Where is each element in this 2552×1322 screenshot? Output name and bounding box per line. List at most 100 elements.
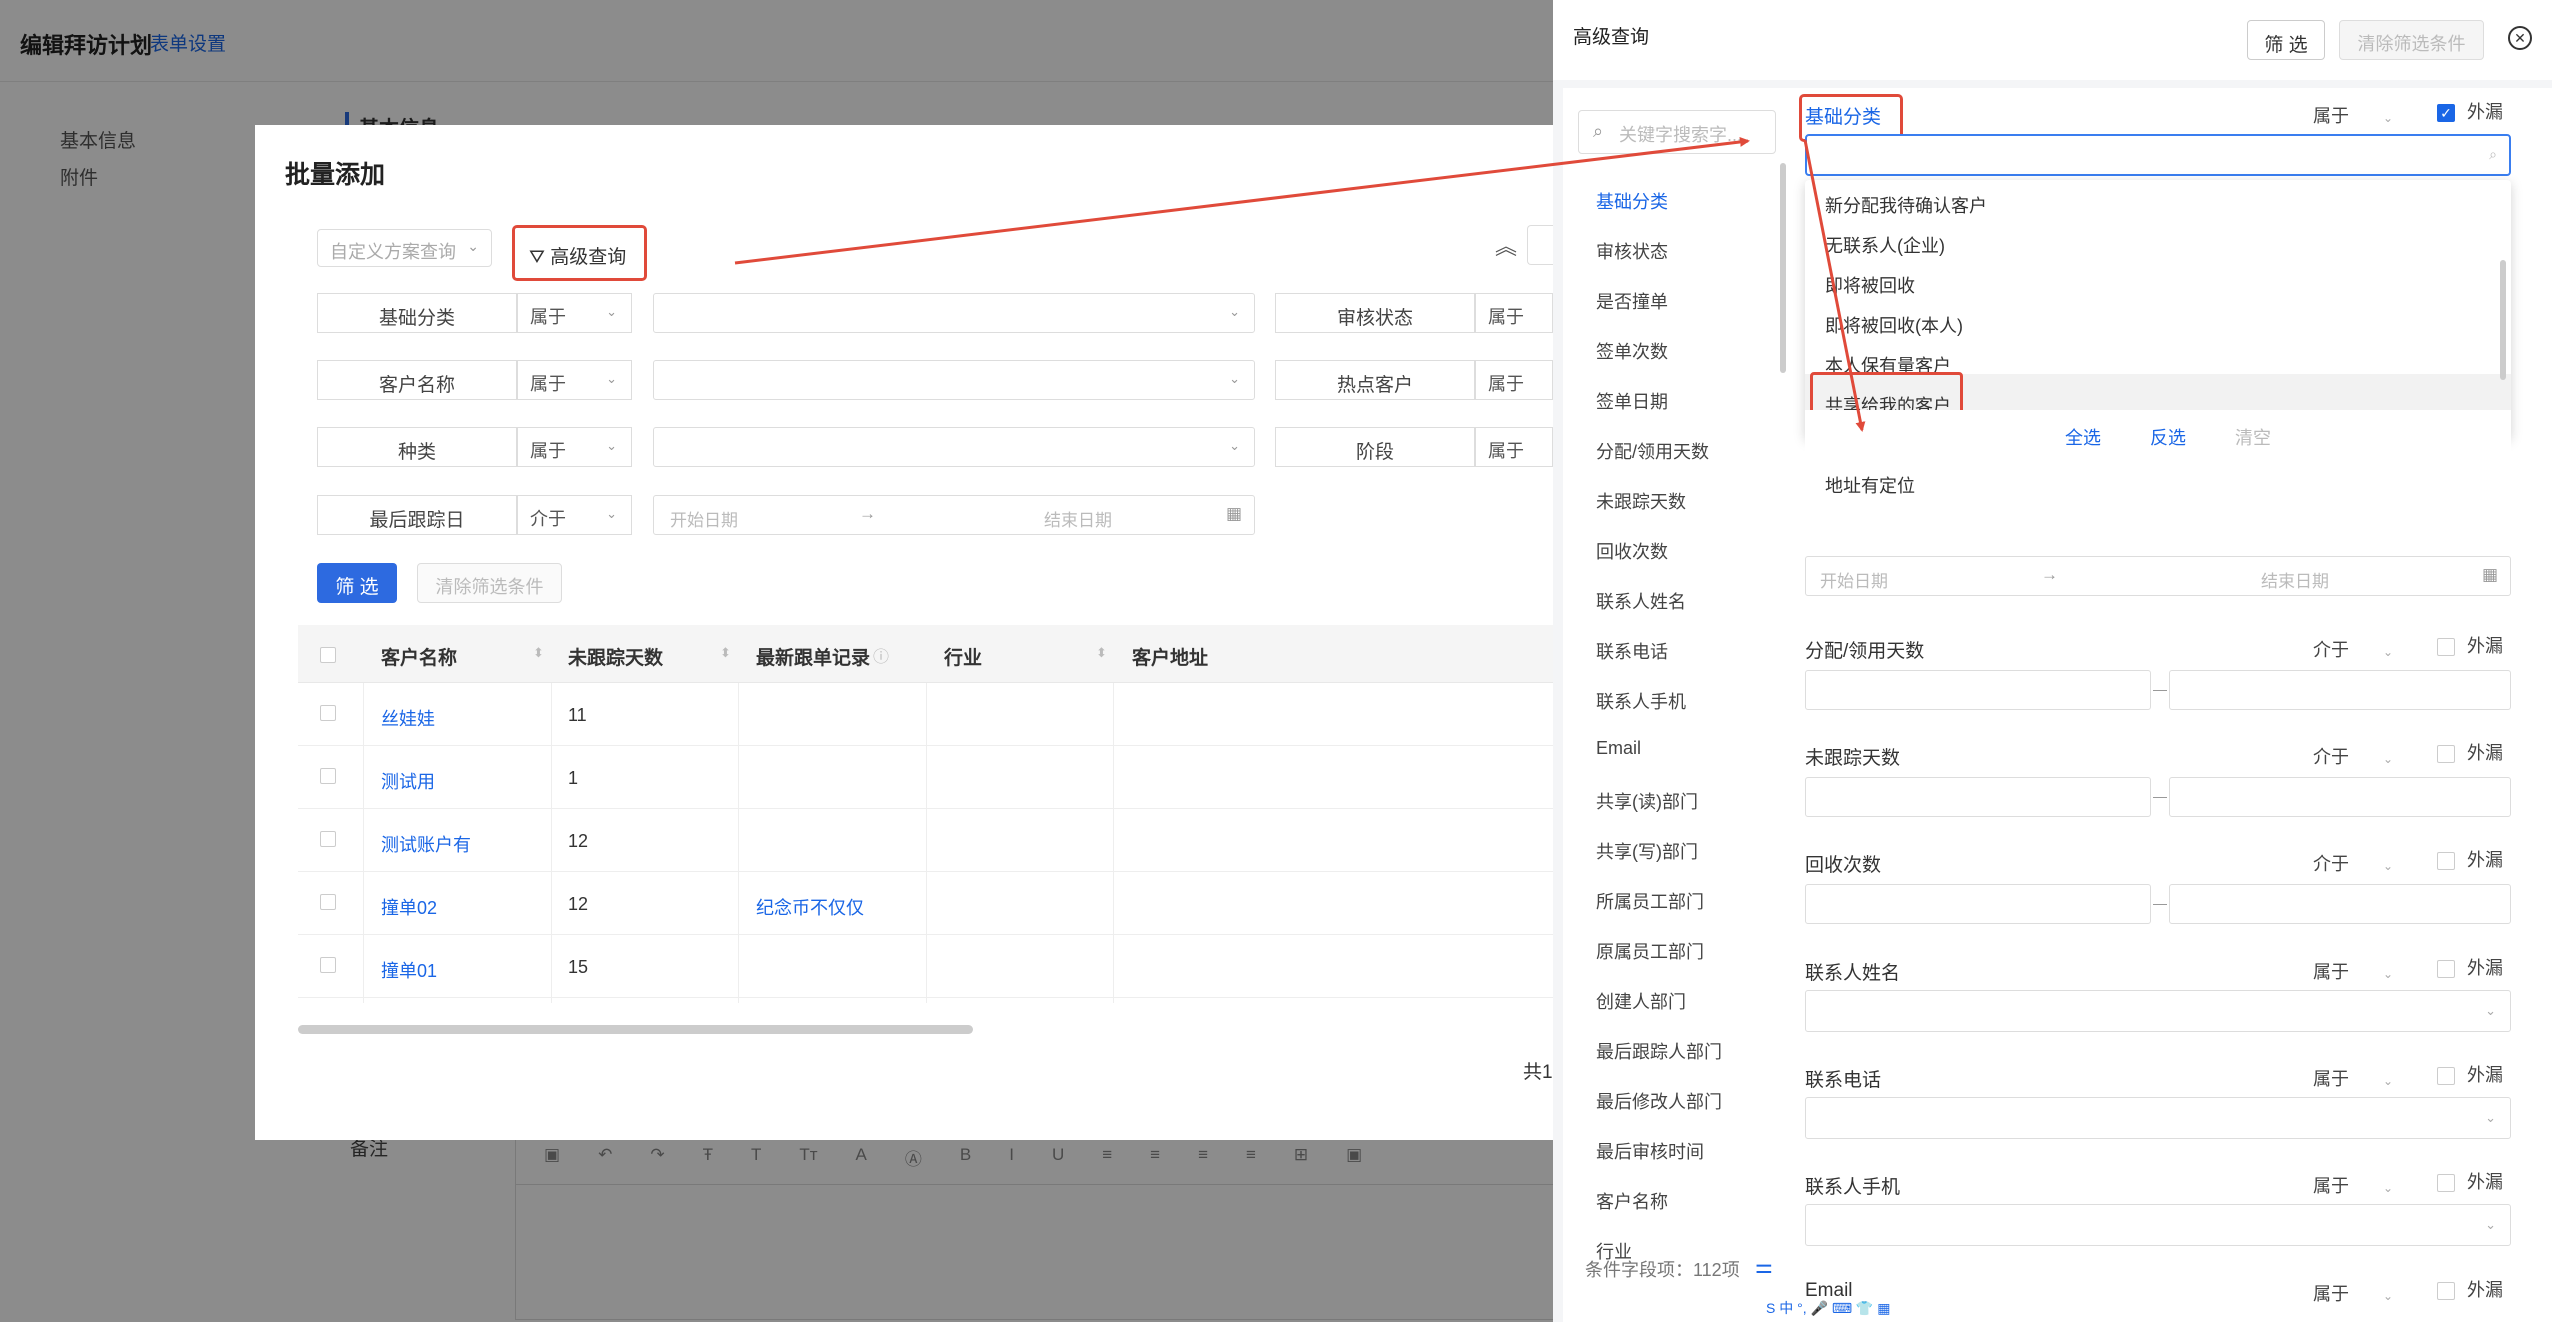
row-checkbox[interactable] (320, 705, 336, 721)
filter-op-customer-name[interactable]: 属于 ⌄ (517, 360, 632, 400)
field-item[interactable]: 最后修改人部门 (1596, 1088, 1722, 1114)
condition-value-select[interactable]: ⌄ (1805, 1204, 2511, 1246)
filter-op-category[interactable]: 属于 ⌄ (517, 293, 632, 333)
range-max-input[interactable] (2169, 884, 2511, 924)
range-max-input[interactable] (2169, 670, 2511, 710)
row-checkbox[interactable] (320, 768, 336, 784)
row-checkbox[interactable] (320, 831, 336, 847)
row-checkbox[interactable] (320, 894, 336, 910)
field-item[interactable]: 共享(写)部门 (1596, 838, 1698, 864)
outer-checkbox[interactable] (2437, 852, 2455, 870)
range-min-input[interactable] (1805, 670, 2151, 710)
field-search-input[interactable]: ⌕ 关键字搜索字... (1578, 110, 1776, 154)
field-item[interactable]: 创建人部门 (1596, 988, 1686, 1014)
field-item[interactable]: Email (1596, 738, 1641, 759)
outer-checkbox[interactable] (2437, 1282, 2455, 1300)
field-item[interactable]: 联系人姓名 (1596, 588, 1686, 614)
condition-op-select[interactable]: 属于 ⌄ (2313, 958, 2393, 984)
column-header[interactable]: 客户名称 (381, 643, 457, 670)
customer-name-link[interactable]: 丝娃娃 (381, 705, 435, 731)
filter-value-kind[interactable]: ⌄ (653, 427, 1255, 467)
filter-op-kind[interactable]: 属于 ⌄ (517, 427, 632, 467)
sort-icon[interactable]: ⬍ (533, 645, 544, 661)
condition-op-select[interactable]: 属于 ⌄ (2313, 1065, 2393, 1091)
customer-name-link[interactable]: 测试用 (381, 768, 435, 794)
clear-selection-button[interactable]: 清空 (2235, 424, 2271, 450)
field-item[interactable]: 最后审核时间 (1596, 1138, 1704, 1164)
field-item[interactable]: 最后跟踪人部门 (1596, 1038, 1722, 1064)
category-outer-checkbox[interactable]: ✓ (2437, 104, 2455, 122)
date-range-last-track[interactable]: 开始日期 → 结束日期 ▦ (653, 495, 1255, 535)
latest-record-link[interactable]: 纪念币不仅仅 (756, 894, 864, 920)
dropdown-option[interactable]: 地址有定位 (1825, 472, 1915, 498)
table-row[interactable]: 测试账户有 12 (298, 809, 1553, 872)
table-row[interactable]: 撞单02 12 纪念币不仅仅 (298, 872, 1553, 935)
range-min-input[interactable] (1805, 777, 2151, 817)
help-circle-icon[interactable]: ⓘ (873, 643, 889, 667)
advanced-query-button[interactable]: ⛛ 高级查询 (512, 225, 647, 281)
filter-op-audit-status[interactable]: 属于 (1475, 293, 1553, 333)
row-checkbox[interactable] (320, 957, 336, 973)
horizontal-scrollbar[interactable] (298, 1025, 973, 1034)
category-search-input[interactable]: ⌕ (1805, 134, 2511, 176)
date-range-input[interactable]: 开始日期 → 结束日期 ▦ (1805, 556, 2511, 596)
double-chevron-up-icon[interactable]: ︽ (1495, 229, 1517, 261)
sort-icon[interactable]: ⬍ (1096, 645, 1107, 661)
filter-op-last-track-date[interactable]: 介于 ⌄ (517, 495, 632, 535)
invert-selection-button[interactable]: 反选 (2150, 424, 2186, 450)
condition-op-select[interactable]: 属于 ⌄ (2313, 1172, 2393, 1198)
condition-value-select[interactable]: ⌄ (1805, 990, 2511, 1032)
field-item[interactable]: 原属员工部门 (1596, 938, 1704, 964)
condition-op-select[interactable]: 属于 ⌄ (2313, 1280, 2393, 1306)
filter-button[interactable]: 筛 选 (317, 563, 397, 603)
field-item[interactable]: 分配/领用天数 (1596, 438, 1709, 464)
field-item[interactable]: 所属员工部门 (1596, 888, 1704, 914)
field-item[interactable]: 客户名称 (1596, 1188, 1668, 1214)
range-max-input[interactable] (2169, 777, 2511, 817)
collapsed-control[interactable] (1527, 225, 1553, 265)
field-list-scrollbar[interactable] (1780, 163, 1786, 373)
condition-value-select[interactable]: ⌄ (1805, 1097, 2511, 1139)
filter-op-hot-customer[interactable]: 属于 (1475, 360, 1553, 400)
outer-checkbox[interactable] (2437, 960, 2455, 978)
select-all-checkbox[interactable] (320, 647, 336, 663)
scheme-select[interactable]: 自定义方案查询 ⌄ (317, 229, 492, 267)
customer-name-link[interactable]: 撞单01 (381, 957, 437, 983)
filter-op-stage[interactable]: 属于 (1475, 427, 1553, 467)
customer-name-link[interactable]: 测试账户有 (381, 831, 471, 857)
column-header[interactable]: 客户地址 (1132, 643, 1208, 670)
table-row[interactable]: 撞单01 15 (298, 935, 1553, 998)
dropdown-option[interactable]: 无联系人(企业) (1825, 232, 1945, 258)
sliders-icon[interactable]: ⚌ (1755, 1254, 1773, 1279)
outer-checkbox[interactable] (2437, 1174, 2455, 1192)
dropdown-option[interactable]: 即将被回收(本人) (1825, 312, 1963, 338)
table-row[interactable]: 丝娃娃 11 (298, 683, 1553, 746)
field-item[interactable]: 共享(读)部门 (1596, 788, 1698, 814)
outer-checkbox[interactable] (2437, 1067, 2455, 1085)
close-icon[interactable]: ✕ (2508, 26, 2532, 50)
dropdown-option[interactable]: 即将被回收 (1825, 272, 1915, 298)
field-item[interactable]: 联系人手机 (1596, 688, 1686, 714)
column-header[interactable]: 行业 (944, 643, 982, 670)
condition-op-select[interactable]: 介于 ⌄ (2313, 850, 2393, 876)
filter-value-category[interactable]: ⌄ (653, 293, 1255, 333)
field-item[interactable]: 签单日期 (1596, 388, 1668, 414)
panel-clear-filter-button[interactable]: 清除筛选条件 (2339, 20, 2484, 60)
sort-icon[interactable]: ⬍ (720, 645, 731, 661)
customer-name-link[interactable]: 撞单02 (381, 894, 437, 920)
clear-filter-button[interactable]: 清除筛选条件 (417, 563, 562, 603)
outer-checkbox[interactable] (2437, 638, 2455, 656)
field-item[interactable]: 签单次数 (1596, 338, 1668, 364)
column-header[interactable]: 最新跟单记录 (756, 643, 870, 670)
range-min-input[interactable] (1805, 884, 2151, 924)
table-row[interactable]: 测试用 1 (298, 746, 1553, 809)
field-item[interactable]: 未跟踪天数 (1596, 488, 1686, 514)
panel-filter-button[interactable]: 筛 选 (2247, 20, 2325, 60)
condition-op-select[interactable]: 介于 ⌄ (2313, 636, 2393, 662)
condition-op-select[interactable]: 介于 ⌄ (2313, 743, 2393, 769)
select-all-button[interactable]: 全选 (2065, 424, 2101, 450)
outer-checkbox[interactable] (2437, 745, 2455, 763)
field-item[interactable]: 联系电话 (1596, 638, 1668, 664)
ime-toolbar[interactable]: S 中 °, 🎤 ⌨ 👕 ▦ (1762, 1296, 1895, 1320)
field-item[interactable]: 基础分类 (1596, 188, 1668, 214)
